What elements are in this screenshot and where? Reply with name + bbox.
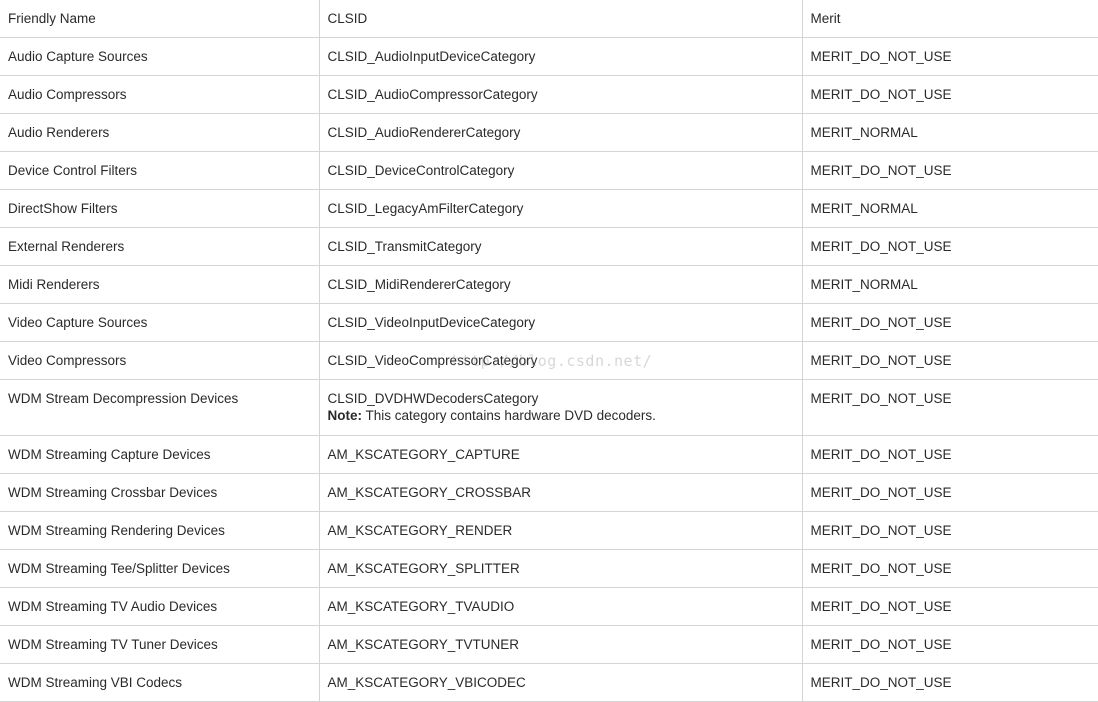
merit-cell: MERIT_NORMAL bbox=[801, 112, 1098, 152]
friendly-name-cell: WDM Streaming TV Audio Devices bbox=[0, 586, 320, 626]
table-row: Device Control Filters CLSID_DeviceContr… bbox=[0, 150, 1098, 190]
table-row: Midi Renderers CLSID_MidiRendererCategor… bbox=[0, 264, 1098, 304]
clsid-cell: CLSID_TransmitCategory bbox=[318, 226, 803, 266]
clsid-cell: CLSID_LegacyAmFilterCategory bbox=[318, 188, 803, 228]
friendly-name-cell: Video Compressors bbox=[0, 340, 320, 380]
header-merit: Merit bbox=[801, 0, 1098, 38]
table-row: WDM Streaming TV Tuner Devices AM_KSCATE… bbox=[0, 624, 1098, 664]
friendly-name-cell: Device Control Filters bbox=[0, 150, 320, 190]
table-row: WDM Streaming VBI Codecs AM_KSCATEGORY_V… bbox=[0, 662, 1098, 702]
friendly-name-cell: WDM Streaming Tee/Splitter Devices bbox=[0, 548, 320, 588]
merit-cell: MERIT_DO_NOT_USE bbox=[801, 586, 1098, 626]
clsid-cell: CLSID_DeviceControlCategory bbox=[318, 150, 803, 190]
merit-cell: MERIT_DO_NOT_USE bbox=[801, 226, 1098, 266]
clsid-value: CLSID_DVDHWDecodersCategory bbox=[327, 390, 539, 406]
friendly-name-cell: Midi Renderers bbox=[0, 264, 320, 304]
friendly-name-cell: WDM Streaming Capture Devices bbox=[0, 434, 320, 474]
friendly-name-cell: Audio Compressors bbox=[0, 74, 320, 114]
merit-cell: MERIT_DO_NOT_USE bbox=[801, 74, 1098, 114]
friendly-name-cell: Audio Capture Sources bbox=[0, 36, 320, 76]
merit-cell: MERIT_DO_NOT_USE bbox=[801, 624, 1098, 664]
note-label: Note: bbox=[327, 407, 363, 423]
table-row: WDM Streaming Crossbar Devices AM_KSCATE… bbox=[0, 472, 1098, 512]
merit-cell: MERIT_DO_NOT_USE bbox=[801, 340, 1098, 380]
clsid-cell: AM_KSCATEGORY_TVAUDIO bbox=[318, 586, 803, 626]
clsid-cell: AM_KSCATEGORY_CAPTURE bbox=[318, 434, 803, 474]
table-row: Video Capture Sources CLSID_VideoInputDe… bbox=[0, 302, 1098, 342]
table-row: WDM Streaming Rendering Devices AM_KSCAT… bbox=[0, 510, 1098, 550]
merit-cell: MERIT_NORMAL bbox=[801, 188, 1098, 228]
friendly-name-cell: WDM Streaming VBI Codecs bbox=[0, 662, 320, 702]
clsid-cell: CLSID_VideoCompressorCategory bbox=[318, 340, 803, 380]
friendly-name-cell: Audio Renderers bbox=[0, 112, 320, 152]
clsid-cell: CLSID_AudioCompressorCategory bbox=[318, 74, 803, 114]
table-row: Audio Renderers CLSID_AudioRendererCateg… bbox=[0, 112, 1098, 152]
friendly-name-cell: External Renderers bbox=[0, 226, 320, 266]
friendly-name-cell: WDM Streaming Crossbar Devices bbox=[0, 472, 320, 512]
friendly-name-cell: WDM Streaming Rendering Devices bbox=[0, 510, 320, 550]
table-row: WDM Streaming Tee/Splitter Devices AM_KS… bbox=[0, 548, 1098, 588]
clsid-cell: AM_KSCATEGORY_SPLITTER bbox=[318, 548, 803, 588]
filter-category-table: Friendly Name CLSID Merit Audio Capture … bbox=[0, 0, 1098, 702]
table-row: Video Compressors CLSID_VideoCompressorC… bbox=[0, 340, 1098, 380]
merit-cell: MERIT_DO_NOT_USE bbox=[801, 510, 1098, 550]
header-clsid: CLSID bbox=[318, 0, 803, 38]
clsid-cell: CLSID_DVDHWDecodersCategory Note: This c… bbox=[318, 378, 803, 436]
friendly-name-cell: Video Capture Sources bbox=[0, 302, 320, 342]
merit-cell: MERIT_DO_NOT_USE bbox=[801, 434, 1098, 474]
merit-cell: MERIT_DO_NOT_USE bbox=[801, 302, 1098, 342]
merit-cell: MERIT_DO_NOT_USE bbox=[801, 548, 1098, 588]
clsid-cell: AM_KSCATEGORY_TVTUNER bbox=[318, 624, 803, 664]
table-row: Audio Capture Sources CLSID_AudioInputDe… bbox=[0, 36, 1098, 76]
clsid-cell: CLSID_AudioRendererCategory bbox=[318, 112, 803, 152]
header-row: Friendly Name CLSID Merit bbox=[0, 0, 1098, 38]
table-header: Friendly Name CLSID Merit bbox=[0, 0, 1098, 38]
merit-cell: MERIT_DO_NOT_USE bbox=[801, 662, 1098, 702]
clsid-cell: AM_KSCATEGORY_VBICODEC bbox=[318, 662, 803, 702]
friendly-name-cell: WDM Stream Decompression Devices bbox=[0, 378, 320, 436]
table-row: External Renderers CLSID_TransmitCategor… bbox=[0, 226, 1098, 266]
clsid-cell: AM_KSCATEGORY_RENDER bbox=[318, 510, 803, 550]
table-row: DirectShow Filters CLSID_LegacyAmFilterC… bbox=[0, 188, 1098, 228]
table-row: WDM Stream Decompression Devices CLSID_D… bbox=[0, 378, 1098, 436]
table-row: Audio Compressors CLSID_AudioCompressorC… bbox=[0, 74, 1098, 114]
merit-cell: MERIT_DO_NOT_USE bbox=[801, 378, 1098, 436]
clsid-cell: CLSID_VideoInputDeviceCategory bbox=[318, 302, 803, 342]
clsid-cell: CLSID_AudioInputDeviceCategory bbox=[318, 36, 803, 76]
friendly-name-cell: DirectShow Filters bbox=[0, 188, 320, 228]
table-body: Audio Capture Sources CLSID_AudioInputDe… bbox=[0, 36, 1098, 702]
clsid-cell: AM_KSCATEGORY_CROSSBAR bbox=[318, 472, 803, 512]
friendly-name-cell: WDM Streaming TV Tuner Devices bbox=[0, 624, 320, 664]
table-row: WDM Streaming Capture Devices AM_KSCATEG… bbox=[0, 434, 1098, 474]
merit-cell: MERIT_NORMAL bbox=[801, 264, 1098, 304]
merit-cell: MERIT_DO_NOT_USE bbox=[801, 472, 1098, 512]
merit-cell: MERIT_DO_NOT_USE bbox=[801, 36, 1098, 76]
table-row: WDM Streaming TV Audio Devices AM_KSCATE… bbox=[0, 586, 1098, 626]
clsid-cell: CLSID_MidiRendererCategory bbox=[318, 264, 803, 304]
clsid-note: Note: This category contains hardware DV… bbox=[328, 407, 794, 424]
note-text: This category contains hardware DVD deco… bbox=[362, 407, 656, 423]
header-friendly-name: Friendly Name bbox=[0, 0, 320, 38]
merit-cell: MERIT_DO_NOT_USE bbox=[801, 150, 1098, 190]
